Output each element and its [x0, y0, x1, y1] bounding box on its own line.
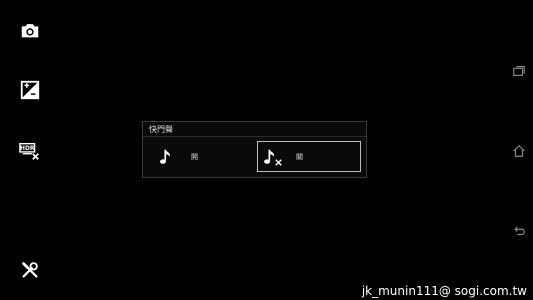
home-button[interactable] — [511, 143, 527, 159]
camera-icon — [21, 24, 39, 38]
exposure-icon — [20, 80, 40, 100]
option-label-on: 開 — [191, 152, 198, 161]
home-icon — [513, 144, 525, 157]
shutter-sound-dialog: 快門聲 開 關 — [142, 121, 367, 178]
exposure-button[interactable] — [18, 78, 42, 102]
dialog-title: 快門聲 — [149, 125, 173, 134]
svg-text:HDR: HDR — [20, 145, 35, 152]
settings-tools-icon — [22, 262, 38, 278]
recent-apps-icon — [513, 66, 525, 76]
camera-mode-button[interactable] — [18, 19, 42, 43]
back-button[interactable] — [511, 223, 527, 239]
hdr-off-icon: HDR — [19, 142, 39, 160]
divider — [143, 136, 366, 137]
watermark: jk_munin111@ sogi.com.tw — [361, 284, 527, 298]
navigation-bar — [505, 0, 533, 300]
shutter-sound-on-option[interactable]: 開 — [153, 141, 257, 172]
recent-apps-button[interactable] — [511, 63, 527, 79]
shutter-sound-off-option[interactable]: 關 — [257, 141, 361, 172]
back-icon — [514, 226, 525, 236]
settings-button[interactable] — [18, 258, 42, 282]
music-note-off-icon — [264, 149, 282, 166]
option-label-off: 關 — [296, 152, 303, 161]
camera-toolbar: HDR — [0, 0, 60, 300]
music-note-icon — [160, 149, 170, 164]
hdr-button[interactable]: HDR — [18, 139, 42, 163]
